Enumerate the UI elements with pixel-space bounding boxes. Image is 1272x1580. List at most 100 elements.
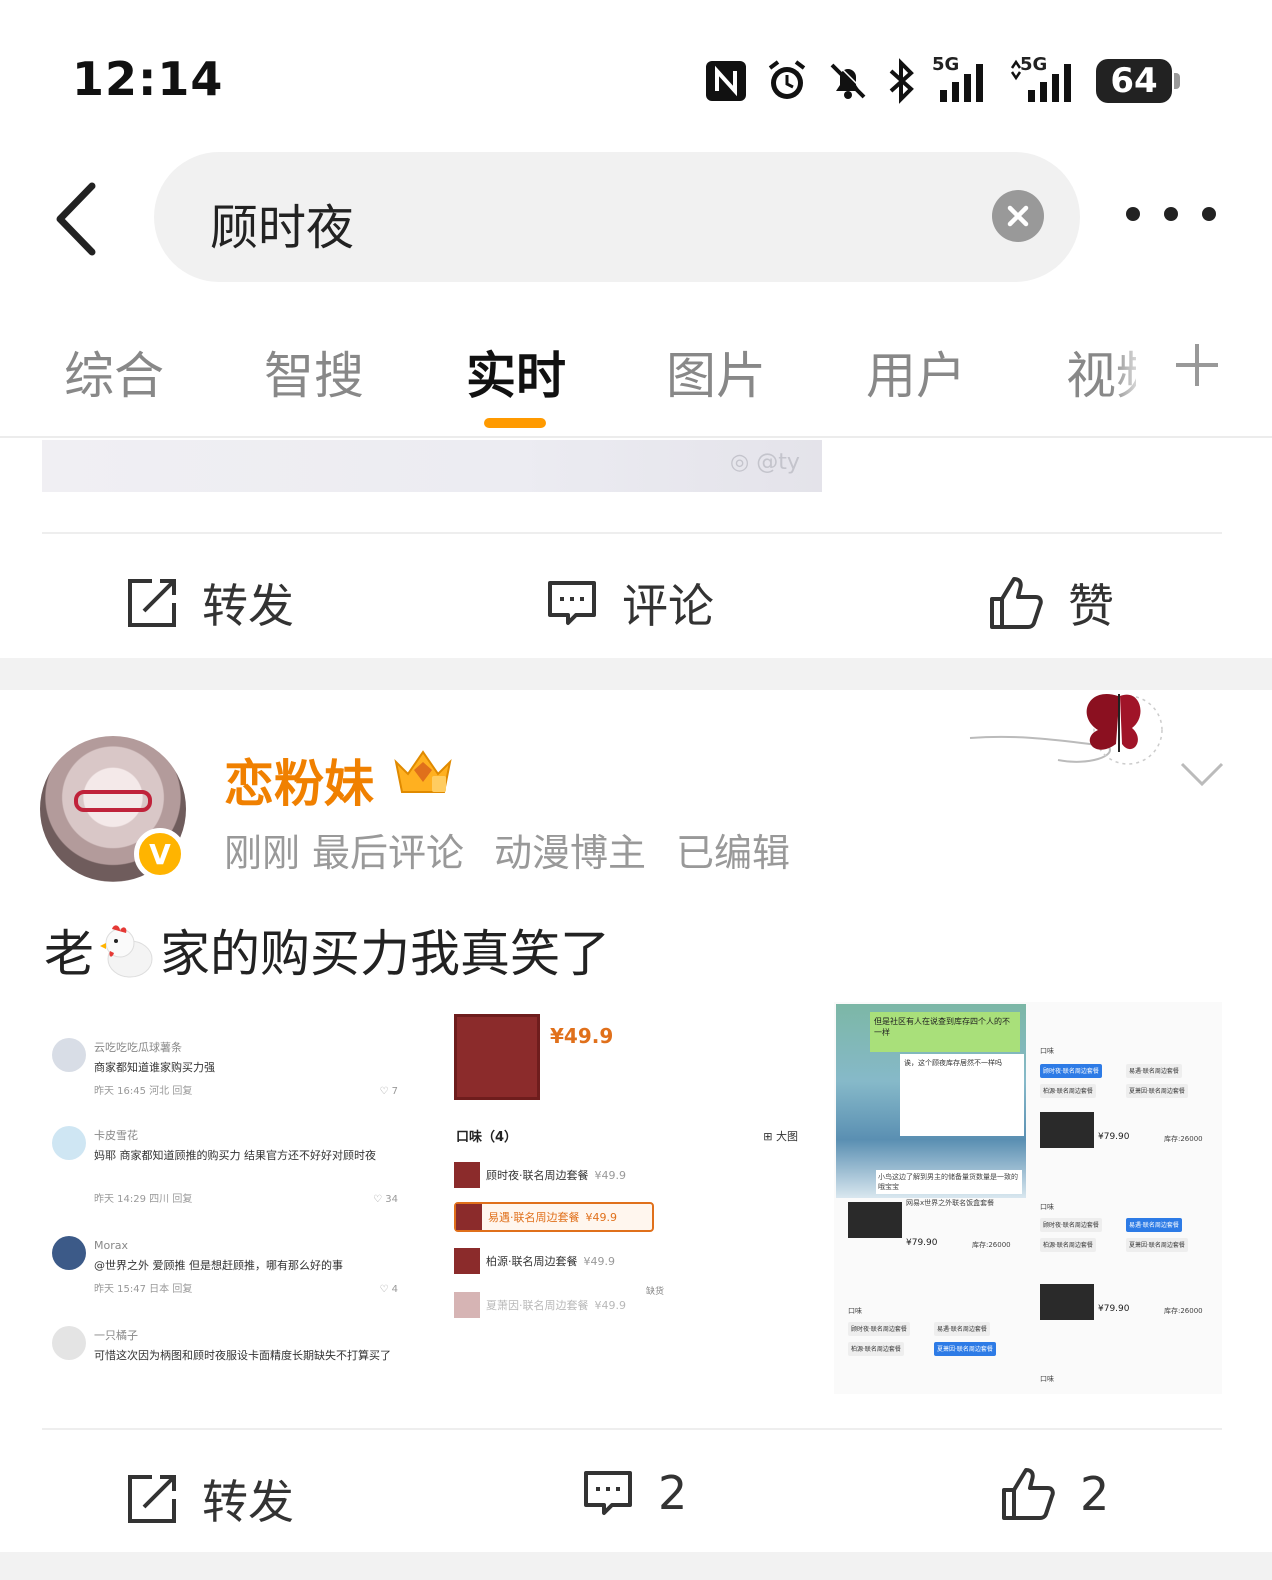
listing-flavor-heading: 口味 <box>1040 1203 1054 1211</box>
product-thumbnail <box>454 1014 540 1100</box>
bluetooth-icon <box>889 58 914 104</box>
comment-meta: 昨天 16:45 河北 回复 <box>94 1086 193 1097</box>
like-button[interactable]: 2 <box>1000 1466 1109 1522</box>
tab-realtime[interactable]: 实时 <box>466 336 566 408</box>
crown-badge-icon[interactable] <box>392 746 454 798</box>
previous-post-actions: 转发 评论 赞 <box>0 540 1272 660</box>
comment-body: 妈耶 商家都知道顾推的购买力 结果官方还不好好对顾时夜 <box>94 1149 376 1162</box>
divider <box>42 532 1222 534</box>
user-role: 动漫博主 <box>494 831 647 875</box>
post-actions: 转发 2 2 <box>0 1436 1272 1556</box>
post-image-product[interactable]: ¥49.9 口味（4） ⊞ 大图 顾时夜·联名周边套餐 ¥49.9 易遇·联名周… <box>440 1002 826 1394</box>
comment-like-count: 7 <box>391 1086 398 1097</box>
nfc-icon <box>706 61 746 101</box>
tab-smart-search[interactable]: 智搜 <box>264 336 364 408</box>
repost-button[interactable]: 转发 <box>126 570 294 636</box>
post-meta: 刚刚 最后评论 动漫博主 已编辑 <box>224 822 820 877</box>
poster-thumb <box>1040 1112 1094 1148</box>
more-options-button[interactable] <box>1126 194 1216 234</box>
status-icons: 5G 5G 64 <box>704 54 1180 106</box>
product-options-heading: 口味（4） <box>456 1130 518 1145</box>
image-watermark: ◎ @ty <box>730 450 800 475</box>
option-thumb <box>454 1248 480 1274</box>
option-label: 柏源·联名周边套餐 <box>486 1255 578 1268</box>
comment-avatar <box>52 1126 86 1160</box>
listing-tag: 柏源·联名周边套餐 <box>848 1342 904 1356</box>
listing-tag: 夏萧因·联名周边套餐 <box>1126 1238 1188 1252</box>
repost-label: 转发 <box>202 579 294 633</box>
comment-button[interactable]: 评论 <box>546 570 714 636</box>
comment-likes: ♡ 4 <box>379 1284 398 1295</box>
comment-author: 一只橘子 <box>94 1329 138 1342</box>
like-count: 2 <box>1080 1467 1110 1521</box>
tab-images[interactable]: 图片 <box>666 336 766 408</box>
repost-button[interactable]: 转发 <box>126 1466 294 1532</box>
listing-stock: 库存:26000 <box>972 1241 1011 1249</box>
listing-flavor-heading: 口味 <box>1040 1375 1054 1383</box>
listing-tag: 易遇·联名周边套餐 <box>934 1322 990 1336</box>
comment-item: 云吃吃吃瓜球薯条 商家都知道谁家购买力强 昨天 16:45 河北 回复 ♡ 7 <box>52 1038 422 1098</box>
comment-item: 一只橘子 可惜这次因为柄图和顾时夜服设卡面精度长期缺失不打算买了 <box>52 1326 422 1392</box>
divider <box>42 1428 1222 1430</box>
post-time: 刚刚 <box>224 831 301 875</box>
option-price: ¥49.9 <box>583 1254 616 1268</box>
product-option-selected: 易遇·联名周边套餐 ¥49.9 <box>454 1202 654 1232</box>
post-image-comments[interactable]: 云吃吃吃瓜球薯条 商家都知道谁家购买力强 昨天 16:45 河北 回复 ♡ 7 … <box>42 1002 428 1394</box>
like-label: 赞 <box>1068 579 1114 633</box>
comment-label: 评论 <box>622 579 714 633</box>
poster-thumb <box>848 1202 902 1238</box>
listing-flavor-heading: 口味 <box>1040 1047 1054 1055</box>
comment-meta: 昨天 15:47 日本 回复 <box>94 1284 193 1295</box>
product-option-disabled: 夏萧因·联名周边套餐 ¥49.9 <box>454 1290 654 1320</box>
listing-tag: 柏源·联名周边套餐 <box>1040 1238 1096 1252</box>
plus-icon <box>1176 344 1218 386</box>
comment-body: @世界之外 爱顾推 但是想赶顾推，哪有那么好的事 <box>94 1259 343 1272</box>
tab-comprehensive[interactable]: 综合 <box>64 336 164 408</box>
comment-likes: ♡ 7 <box>379 1086 398 1097</box>
username[interactable]: 恋粉妹 <box>224 744 374 816</box>
listing-tag: 夏萧因·联名周边套餐 <box>1126 1084 1188 1098</box>
listing-price: ¥79.90 <box>1098 1304 1130 1314</box>
add-tab-button[interactable] <box>1172 340 1222 390</box>
search-header: 顾时夜 <box>0 140 1272 300</box>
comment-likes: ♡ 34 <box>373 1194 398 1205</box>
comment-avatar <box>52 1038 86 1072</box>
alarm-icon <box>768 60 806 99</box>
comment-like-count: 4 <box>391 1284 398 1295</box>
close-icon <box>1007 205 1029 227</box>
like-button[interactable]: 赞 <box>988 570 1114 636</box>
listing-stock: 库存:26000 <box>1164 1135 1203 1143</box>
option-price: ¥49.9 <box>594 1168 627 1182</box>
option-thumb <box>456 1204 482 1230</box>
butterfly-decoration-icon <box>969 693 1163 765</box>
previous-post-image[interactable] <box>42 440 822 492</box>
network-label-2: 5G <box>1020 54 1048 75</box>
repost-icon <box>128 1475 176 1523</box>
option-thumb <box>454 1292 480 1318</box>
comment-author: Morax <box>94 1239 128 1252</box>
thumbs-up-icon <box>1002 1468 1055 1520</box>
signal-5g-icon: 5G <box>932 54 992 104</box>
chevron-down-icon[interactable] <box>1178 758 1226 788</box>
comment-button[interactable]: 2 <box>582 1466 687 1520</box>
edited-label: 已编辑 <box>676 831 791 875</box>
chevron-left-icon <box>56 182 96 256</box>
post-image-listing[interactable]: 但是社区有人在说查到库存四个人的不一样 诶，这个顾夜库存居然不一样吗 小鸟这边了… <box>834 1002 1222 1394</box>
listing-tag-selected: 易遇·联名周边套餐 <box>1126 1218 1182 1232</box>
post-text-part-1: 老 <box>44 925 94 983</box>
product-price: ¥49.9 <box>550 1024 614 1048</box>
comment-count: 2 <box>658 1466 688 1520</box>
search-input[interactable]: 顾时夜 <box>154 152 1080 282</box>
status-time: 12:14 <box>72 52 224 106</box>
status-bar: 12:14 5G 5G 64 <box>0 0 1272 140</box>
search-tabs: 综合 智搜 实时 图片 用户 视频 <box>0 300 1272 438</box>
option-label: 易遇·联名周边套餐 <box>488 1211 580 1224</box>
option-label: 夏萧因·联名周边套餐 <box>486 1299 589 1312</box>
back-button[interactable] <box>40 174 120 264</box>
comment-icon <box>548 581 596 625</box>
chat-card: 诶，这个顾夜库存居然不一样吗 <box>900 1054 1024 1136</box>
comment-avatar <box>52 1236 86 1270</box>
post-status: 最后评论 <box>312 831 465 875</box>
tab-users[interactable]: 用户 <box>866 336 966 408</box>
clear-search-button[interactable] <box>992 190 1044 242</box>
